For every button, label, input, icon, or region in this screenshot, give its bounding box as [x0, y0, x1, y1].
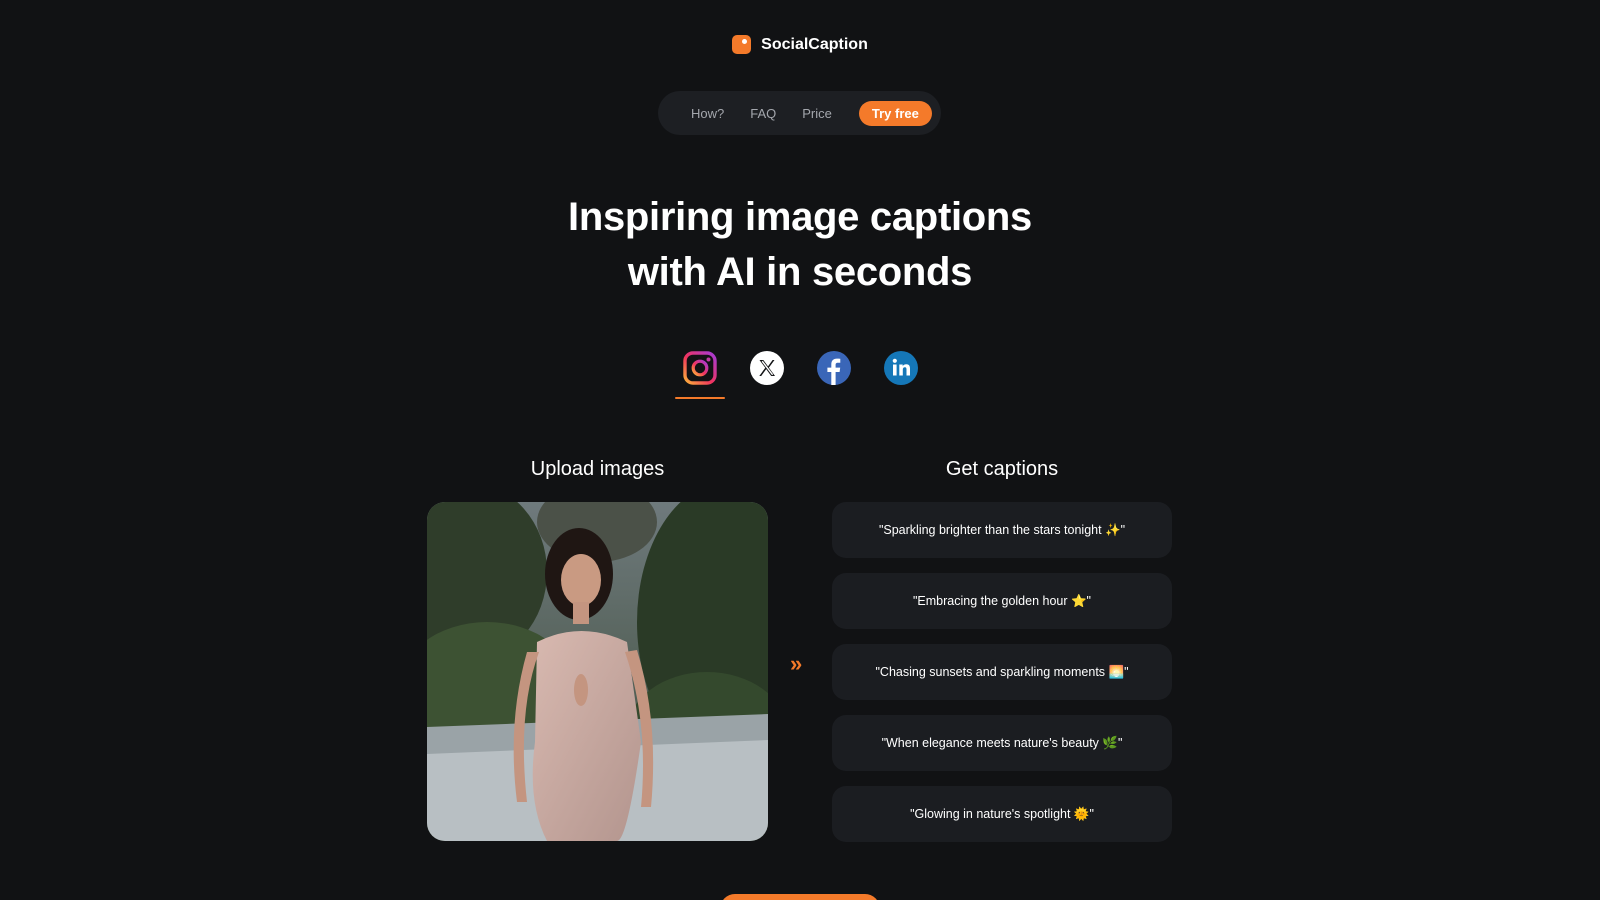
- top-nav: How? FAQ Price Try free: [658, 91, 941, 135]
- nav-link-faq[interactable]: FAQ: [750, 106, 776, 121]
- caption-item[interactable]: "Glowing in nature's spotlight 🌞": [832, 786, 1172, 842]
- upload-images-title: Upload images: [530, 458, 665, 480]
- nav-link-how[interactable]: How?: [691, 106, 724, 121]
- brand-name: SocialCaption: [761, 35, 868, 53]
- caption-item[interactable]: "Sparkling brighter than the stars tonig…: [832, 502, 1172, 558]
- caption-list: "Sparkling brighter than the stars tonig…: [832, 502, 1172, 857]
- photo-illustration: [427, 502, 768, 841]
- brand[interactable]: SocialCaption: [0, 35, 1600, 54]
- try-free-button[interactable]: Try free: [858, 100, 932, 126]
- double-chevron-right-icon: »: [790, 651, 803, 676]
- get-captions-title: Get captions: [945, 458, 1059, 480]
- platform-instagram[interactable]: [675, 351, 725, 399]
- caption-item[interactable]: "Embracing the golden hour ⭐": [832, 573, 1172, 629]
- platform-facebook[interactable]: [817, 351, 851, 385]
- hero-title-line-1: Inspiring image captions: [568, 195, 1032, 239]
- nav-link-price[interactable]: Price: [802, 106, 832, 121]
- speech-bubble-logo-icon: [732, 35, 752, 54]
- instagram-icon: [683, 351, 717, 385]
- linkedin-icon: [884, 351, 918, 385]
- bottom-cta-button[interactable]: [720, 894, 880, 900]
- uploaded-photo[interactable]: [427, 502, 768, 841]
- facebook-icon: [817, 351, 851, 385]
- platform-x[interactable]: [750, 351, 784, 385]
- caption-item[interactable]: "Chasing sunsets and sparkling moments 🌅…: [832, 644, 1172, 700]
- platform-linkedin[interactable]: [884, 351, 918, 385]
- platform-selector: [675, 351, 918, 399]
- hero-title-line-2: with AI in seconds: [627, 250, 973, 294]
- page: SocialCaption How? FAQ Price Try free In…: [0, 0, 1600, 900]
- x-icon: [750, 351, 784, 385]
- caption-item[interactable]: "When elegance meets nature's beauty 🌿": [832, 715, 1172, 771]
- hero-title: Inspiring image captions with AI in seco…: [0, 190, 1600, 300]
